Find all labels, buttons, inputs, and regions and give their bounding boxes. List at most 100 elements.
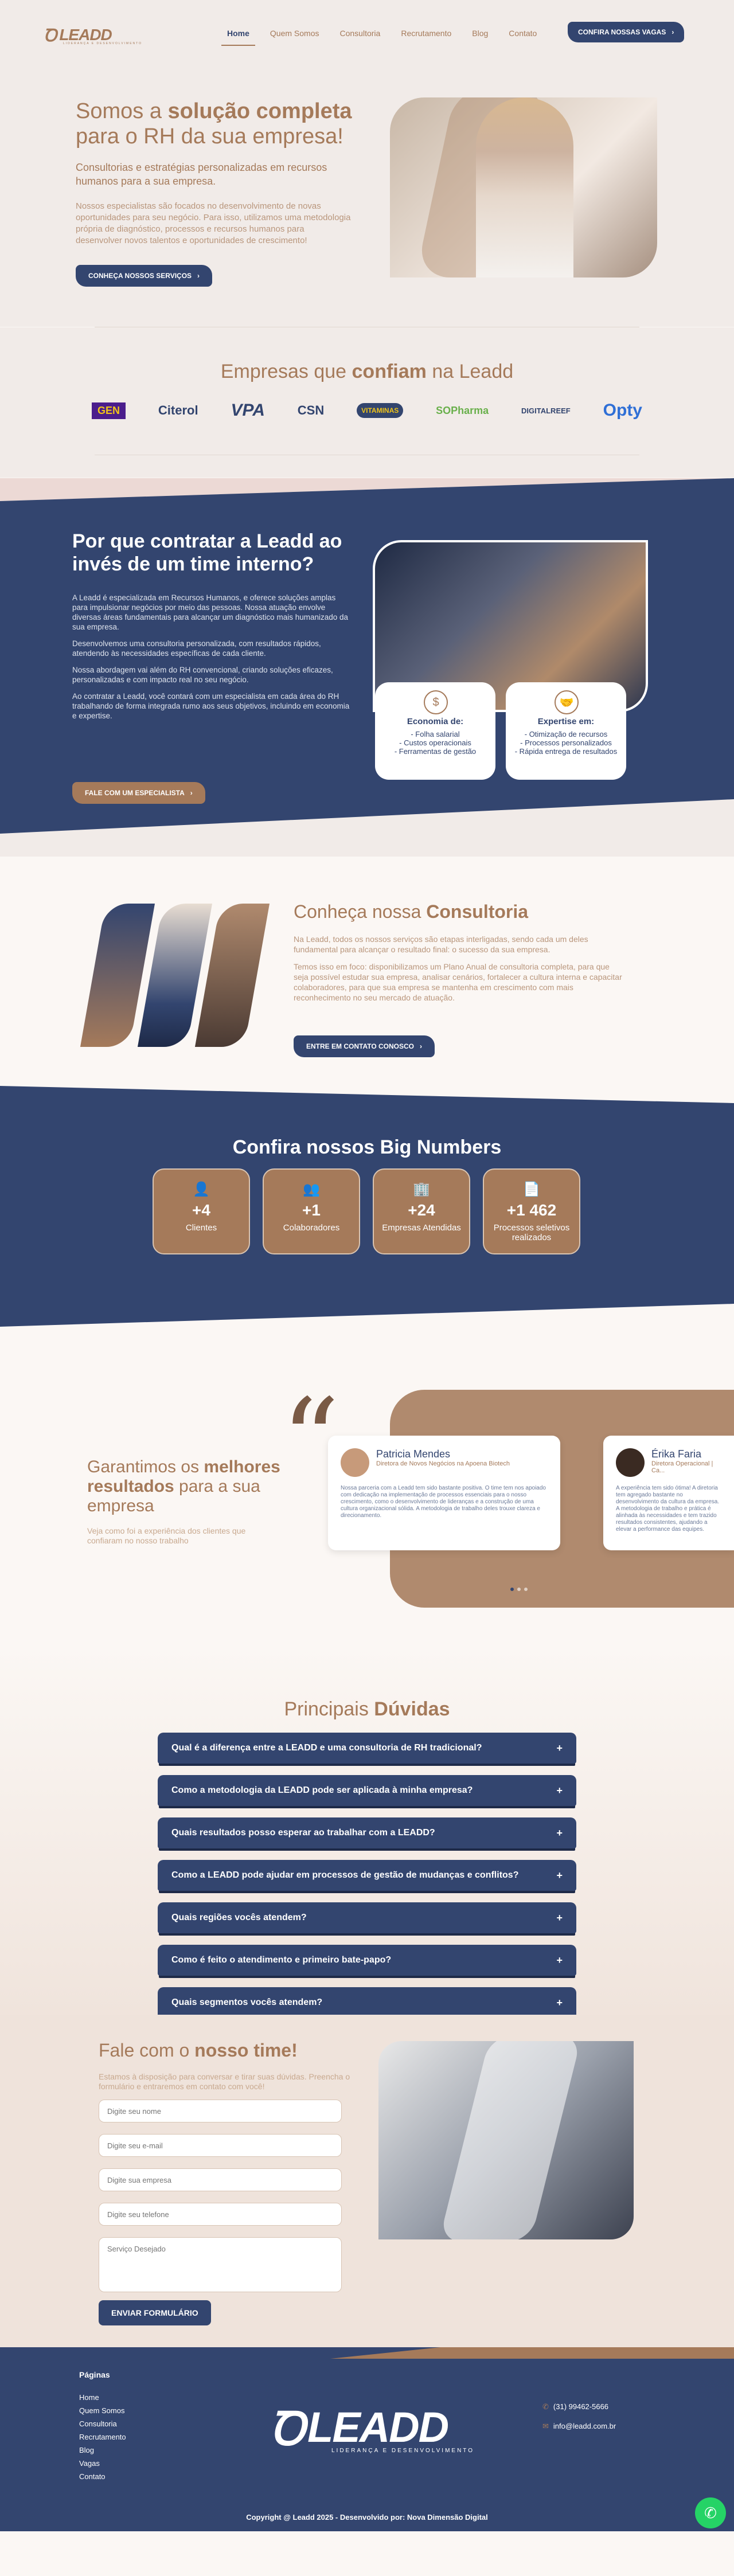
footer-logo-tagline: LIDERANÇA E DESENVOLVIMENTO [331, 2448, 475, 2454]
chevron-right-icon: › [197, 272, 200, 280]
photo-person [476, 97, 573, 277]
consult-title-highlight: Consultoria [426, 901, 529, 922]
footer-link[interactable]: Blog [79, 2444, 126, 2457]
logo-mark: Ꝺ [44, 26, 57, 46]
footer-phone[interactable]: ✆ (31) 99462-5666 [542, 2402, 616, 2411]
hero-lead: Consultorias e estratégias personalizada… [76, 162, 327, 187]
faq-section: Principais Dúvidas Qual é a diferença en… [0, 1648, 734, 2018]
faq-item[interactable]: Como é feito o atendimento e primeiro ba… [158, 1945, 576, 1976]
plus-icon: + [556, 1996, 563, 2008]
testimonial-card: Érika Faria Diretora Operacional | Ca...… [603, 1436, 734, 1550]
hero-body: Nossos especialistas são focados no dese… [76, 201, 351, 245]
nav-consultoria[interactable]: Consultoria [330, 26, 391, 40]
bignumbers-section: Confira nossos Big Numbers 👤 +4 Clientes… [0, 1086, 734, 1327]
footer-link[interactable]: Recrutamento [79, 2430, 126, 2444]
stat-label: Clientes [185, 1223, 217, 1233]
faq-item[interactable]: Como a LEADD pode ajudar em processos de… [158, 1860, 576, 1891]
logo-text: LEADD [59, 25, 112, 44]
company-field[interactable] [99, 2168, 342, 2191]
stat-value: +1 462 [506, 1201, 557, 1219]
consult-text: Na Leadd, todos os nossos serviços são e… [294, 934, 626, 1010]
footer-accent-band [330, 2347, 734, 2359]
faq-item[interactable]: Quais resultados posso esperar ao trabal… [158, 1817, 576, 1848]
contact-title-highlight: nosso time! [194, 2040, 298, 2061]
nav-home[interactable]: Home [217, 26, 260, 46]
hero-title-highlight: solução completa [167, 99, 352, 123]
phone-field[interactable] [99, 2203, 342, 2226]
card-item: - Processos personalizados [520, 738, 612, 747]
footer-links: Home Quem Somos Consultoria Recrutamento… [79, 2391, 126, 2483]
client-logo-vpa: VPA [231, 401, 265, 420]
faq-item[interactable]: Como a metodologia da LEADD pode ser apl… [158, 1775, 576, 1806]
nav-contato[interactable]: Contato [498, 26, 547, 40]
card-item: - Ferramentas de gestão [394, 747, 477, 756]
service-field[interactable] [99, 2237, 342, 2292]
card-title: Economia de: [407, 717, 464, 726]
nav-recrutamento[interactable]: Recrutamento [391, 26, 462, 40]
footer-link[interactable]: Vagas [79, 2457, 126, 2470]
testimonial-text: Nossa parceria com a Leadd tem sido bast… [341, 1485, 546, 1519]
submit-button[interactable]: ENVIAR FORMULÁRIO [99, 2300, 211, 2325]
vagas-button[interactable]: CONFIRA NOSSAS VAGAS › [568, 22, 685, 42]
client-logo-opty: Opty [603, 401, 642, 420]
footer-logo-mark: Ꝺ [270, 2402, 305, 2456]
footer-contact: ✆ (31) 99462-5666 ✉ info@leadd.com.br [542, 2402, 616, 2441]
name-field[interactable] [99, 2100, 342, 2122]
specialist-button[interactable]: FALE COM UM ESPECIALISTA › [72, 782, 205, 804]
why-paragraph: Ao contratar a Leadd, você contará com u… [72, 692, 350, 720]
stat-value: +1 [302, 1201, 321, 1219]
footer-link[interactable]: Home [79, 2391, 126, 2404]
chevron-right-icon: › [190, 789, 193, 797]
faq-title-part: Principais [284, 1698, 374, 1720]
contact-subtitle: Estamos à disposição para conversar e ti… [99, 2072, 350, 2091]
whatsapp-icon[interactable]: ✆ [695, 2497, 726, 2528]
footer-logo-text: LEADD [307, 2403, 449, 2451]
stat-card: 👥 +1 Colaboradores [263, 1168, 360, 1254]
footer-link[interactable]: Quem Somos [79, 2404, 126, 2417]
card-item: - Folha salarial [411, 730, 460, 738]
services-button-label: CONHEÇA NOSSOS SERVIÇOS [88, 272, 192, 280]
faq-question: Quais regiões vocês atendem? [171, 1913, 307, 1922]
stat-value: +24 [408, 1201, 435, 1219]
testimonial-text: A experiência tem sido ótima! A diretori… [616, 1485, 720, 1533]
nav-quem-somos[interactable]: Quem Somos [260, 26, 330, 40]
footer-link[interactable]: Consultoria [79, 2417, 126, 2430]
footer-email[interactable]: ✉ info@leadd.com.br [542, 2422, 616, 2431]
contact-us-button-label: ENTRE EM CONTATO CONOSCO [306, 1042, 415, 1050]
why-cards: $ Economia de: - Folha salarial - Custos… [375, 682, 626, 780]
email-field[interactable] [99, 2134, 342, 2157]
avatar [341, 1448, 369, 1477]
faq-item[interactable]: Qual é a diferença entre a LEADD e uma c… [158, 1733, 576, 1764]
plus-icon: + [556, 1742, 563, 1754]
nav-blog[interactable]: Blog [462, 26, 498, 40]
hero-title: Somos a solução completa para o RH da su… [76, 99, 374, 149]
testimonial-role: Diretora de Novos Negócios na Apoena Bio… [376, 1460, 510, 1467]
testimonial-name: Patricia Mendes [376, 1448, 451, 1460]
avatar [616, 1448, 645, 1477]
chevron-right-icon: › [420, 1042, 423, 1050]
contact-section: Fale com o nosso time! Estamos à disposi… [0, 2015, 734, 2347]
contact-photo [378, 2041, 634, 2239]
footer-link[interactable]: Contato [79, 2470, 126, 2483]
hero-title-part: Somos a [76, 99, 168, 123]
client-logo-vitaminas: VITAMINAS [357, 403, 404, 418]
faq-item[interactable]: Quais segmentos vocês atendem? + [158, 1987, 576, 2018]
contact-us-button[interactable]: ENTRE EM CONTATO CONOSCO › [294, 1035, 435, 1057]
faq-list: Qual é a diferença entre a LEADD e uma c… [158, 1733, 576, 2030]
carousel-dot[interactable] [524, 1588, 528, 1591]
chevron-right-icon: › [671, 28, 674, 36]
client-logo-digitalreef: DIGITALREEF [521, 406, 571, 415]
faq-question: Quais segmentos vocês atendem? [171, 1998, 323, 2007]
plus-icon: + [556, 1954, 563, 1966]
faq-question: Como a metodologia da LEADD pode ser apl… [171, 1785, 473, 1795]
faq-item[interactable]: Quais regiões vocês atendem? + [158, 1902, 576, 1933]
carousel-dot[interactable] [510, 1588, 514, 1591]
carousel-dot[interactable] [517, 1588, 521, 1591]
services-button[interactable]: CONHEÇA NOSSOS SERVIÇOS › [76, 265, 213, 287]
consult-section: Conheça nossa Consultoria Na Leadd, todo… [0, 857, 734, 1086]
stat-label: Empresas Atendidas [382, 1223, 461, 1233]
bignumbers-title: Confira nossos Big Numbers [232, 1136, 502, 1158]
stat-label: Colaboradores [283, 1223, 340, 1233]
copyright: Copyright @ Leadd 2025 - Desenvolvido po… [246, 2513, 488, 2522]
testimonials-section: Garantimos os melhores resultados para a… [0, 1327, 734, 1648]
